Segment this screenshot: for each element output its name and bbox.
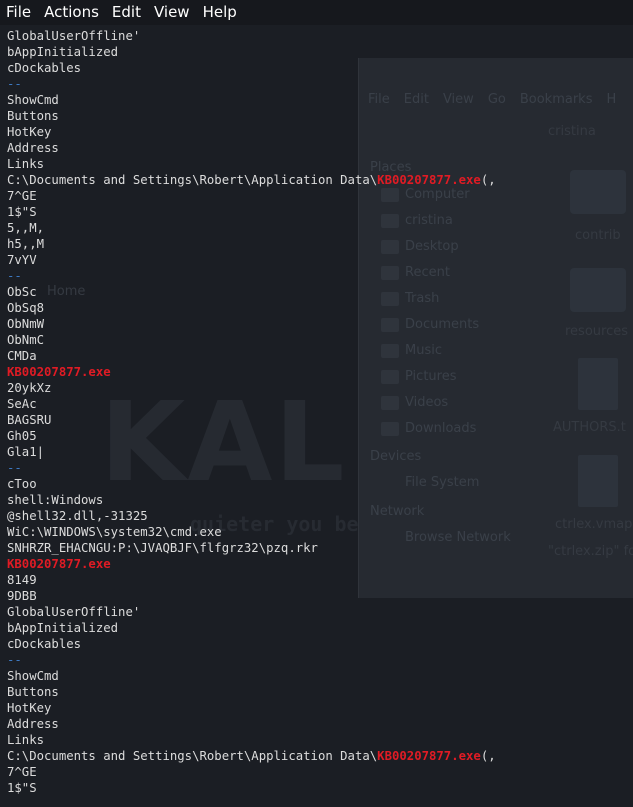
output-line: BAGSRU — [7, 413, 52, 427]
menu-actions[interactable]: Actions — [38, 0, 106, 25]
output-line: KB00207877.exe — [7, 556, 633, 572]
output-line: bAppInitialized — [7, 45, 119, 59]
line-text: C:\Documents and Settings\Robert\Applica… — [7, 749, 378, 763]
terminal-menubar: File Actions Edit View Help — [0, 0, 633, 25]
output-line: ShowCmd — [7, 669, 59, 683]
output-line: Gh05 — [7, 429, 37, 443]
output-line: Address — [7, 717, 59, 731]
separator-line: -- — [7, 461, 22, 475]
output-line: ShowCmd — [7, 93, 59, 107]
output-line: Gla1| — [7, 445, 45, 459]
output-line: C:\Documents and Settings\Robert\Applica… — [7, 172, 633, 188]
output-line: 5,,M, — [7, 221, 45, 235]
output-line: 20ykXz — [7, 381, 52, 395]
output-line: HotKey — [7, 125, 52, 139]
output-line: ObNmW — [7, 317, 45, 331]
output-line: cToo — [7, 477, 37, 491]
output-line: Links — [7, 157, 45, 171]
menu-edit[interactable]: Edit — [106, 0, 148, 25]
output-line: 1$"S — [7, 781, 37, 795]
output-line: Links — [7, 733, 45, 747]
separator-line: -- — [7, 77, 22, 91]
output-line: CMDa — [7, 349, 37, 363]
highlighted-match: KB00207877.exe — [7, 557, 111, 571]
output-line: cDockables — [7, 637, 82, 651]
output-line: C:\Documents and Settings\Robert\Applica… — [7, 748, 633, 764]
output-line: shell:Windows — [7, 493, 104, 507]
separator-line: -- — [7, 269, 22, 283]
output-line: 7^GE — [7, 189, 37, 203]
output-line: h5,,M — [7, 237, 45, 251]
output-line: Buttons — [7, 685, 59, 699]
menu-help[interactable]: Help — [197, 0, 244, 25]
terminal-output[interactable]: GlobalUserOffline' bAppInitialized cDockab… — [0, 28, 633, 807]
output-line: 7vYV — [7, 253, 37, 267]
output-line: GlobalUserOffline' — [7, 29, 141, 43]
output-line: ObSc — [7, 285, 37, 299]
output-line: WiC:\WINDOWS\system32\cmd.exe — [7, 525, 222, 539]
separator-line: -- — [7, 653, 22, 667]
output-line: @shell32.dll,-31325 — [7, 509, 148, 523]
output-line: ObSq8 — [7, 301, 45, 315]
highlighted-match: KB00207877.exe — [377, 173, 481, 187]
output-line: GlobalUserOffline' — [7, 605, 141, 619]
output-line: 9DBB — [7, 589, 37, 603]
output-line: Buttons — [7, 109, 59, 123]
output-line: SeAc — [7, 397, 37, 411]
output-line: bAppInitialized — [7, 621, 119, 635]
output-line: Address — [7, 141, 59, 155]
line-text: (, — [480, 749, 496, 763]
output-line: 1$"S — [7, 205, 37, 219]
output-line: HotKey — [7, 701, 52, 715]
output-line: SNHRZR_EHACNGU:P:\JVAQBJF\flfgrz32\pzq.r… — [7, 541, 318, 555]
line-text: (, — [480, 173, 496, 187]
output-line: 7^GE — [7, 765, 37, 779]
menu-view[interactable]: View — [148, 0, 197, 25]
output-line: KB00207877.exe — [7, 364, 633, 380]
highlighted-match: KB00207877.exe — [7, 365, 111, 379]
highlighted-match: KB00207877.exe — [377, 749, 481, 763]
output-line: cDockables — [7, 61, 82, 75]
menu-file[interactable]: File — [0, 0, 38, 25]
output-line: ObNmC — [7, 333, 45, 347]
output-line: 8149 — [7, 573, 37, 587]
line-text: C:\Documents and Settings\Robert\Applica… — [7, 173, 378, 187]
